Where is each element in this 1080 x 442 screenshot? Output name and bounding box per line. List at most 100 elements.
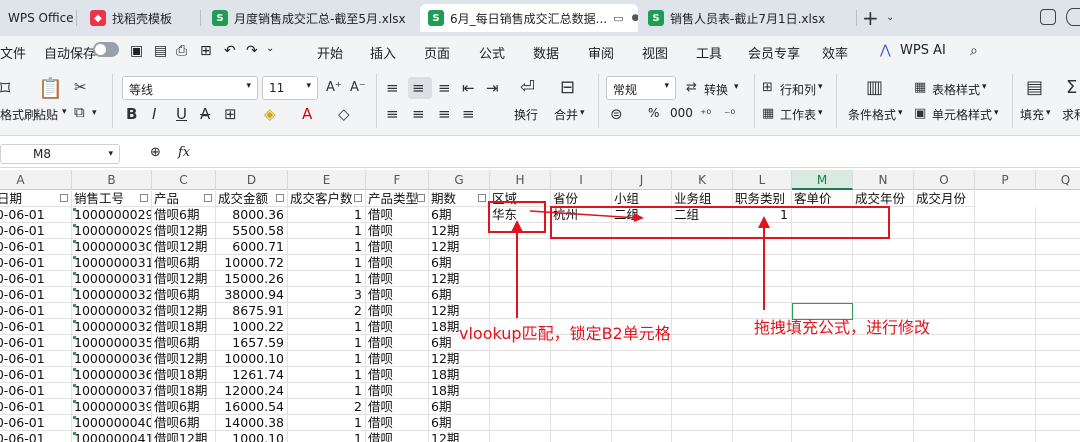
chevron-down-icon[interactable]: ▾ [734,82,739,92]
cell-style-icon: ▣ [914,106,927,121]
worksheet-button[interactable]: 工作表 [780,106,816,123]
chevron-down-icon[interactable]: ▾ [994,108,999,118]
decimal-increase-icon[interactable]: ⁺⁰ [700,106,711,122]
save-icon[interactable]: ▣ [130,43,143,59]
thousands-button[interactable]: 000 [670,106,693,120]
tab-divider [200,10,201,26]
chevron-down-icon[interactable]: ⌄ [266,43,274,54]
align-bottom-icon[interactable]: ≡ [438,80,451,96]
paste-button[interactable]: 粘贴 [34,106,58,123]
wrap-button[interactable]: 换行 [514,106,538,123]
arrowhead [511,220,523,232]
window-icon[interactable] [1040,9,1056,25]
number-format-select[interactable]: 常规 ▾ [606,76,676,100]
menu-view[interactable]: 视图 [642,43,668,62]
fill-button[interactable]: 填充 [1020,106,1044,123]
merge-icon: ⊟ [560,77,576,98]
tab-sales-staff[interactable]: S 销售人员表-截止7月1日.xlsx [640,4,854,32]
zoom-search-icon[interactable]: ⊕ [150,145,161,160]
align-top-icon[interactable]: ≡ [386,80,399,96]
sheet-icon: S [428,10,444,26]
chevron-down-icon[interactable]: ▾ [62,107,67,117]
tab-docer[interactable]: ◆ 找稻壳模板 [82,4,200,32]
fill-color-icon[interactable]: ◈ [264,106,276,122]
align-left-icon[interactable]: ≡ [386,106,399,122]
tab-wps-office[interactable]: WPS Office [0,4,92,32]
chevron-down-icon[interactable]: ▾ [92,108,97,118]
currency-icon[interactable]: ⊜ [610,106,623,122]
modified-dot-icon[interactable]: ● [632,13,639,23]
menu-formula[interactable]: 公式 [479,43,505,62]
format-painter-button[interactable]: 格式刷 [0,106,36,123]
chevron-down-icon[interactable]: ▾ [1046,108,1051,118]
align-middle-icon[interactable]: ≡ [412,80,425,96]
italic-icon[interactable]: I [152,106,156,122]
autosave-toggle[interactable] [93,42,119,57]
new-tab-icon[interactable]: + [862,6,879,30]
name-box[interactable]: M8 ▾ [0,144,120,164]
menu-data[interactable]: 数据 [533,43,559,62]
menu-tools[interactable]: 工具 [696,43,722,62]
tab-monthly-label: 月度销售成交汇总-截至5月.xlsx [234,11,406,26]
underline-icon[interactable]: U [176,106,187,122]
rows-cols-button[interactable]: 行和列 [780,81,816,98]
decrease-font-icon[interactable]: A⁻ [350,80,366,96]
chevron-down-icon[interactable]: ▾ [818,82,823,92]
tab-june-daily[interactable]: S 6月_每日销售成交汇总数据... ▭ ● [420,4,638,32]
sum-button[interactable]: 求和 [1062,106,1080,123]
fx-icon[interactable]: fx [178,145,190,160]
decimal-decrease-icon[interactable]: ⁻⁰ [724,106,735,122]
highlight-box-fill-range [550,206,890,239]
print-icon[interactable]: ⎙ [176,43,187,59]
arrowhead [634,213,644,222]
justify-icon[interactable]: ≡ [462,106,475,122]
menu-member[interactable]: 会员专享 [748,43,800,62]
chevron-down-icon[interactable]: ▾ [982,82,987,92]
chevron-down-icon: ▾ [108,149,113,159]
formula-input[interactable] [206,144,1076,164]
border-icon[interactable]: ⊞ [224,106,237,122]
menu-review[interactable]: 审阅 [588,43,614,62]
menu-wps-ai[interactable]: WPS AI [900,43,946,58]
percent-button[interactable]: % [648,106,659,120]
file-menu[interactable]: 文件 [0,43,26,62]
rows-cols-icon: ⊞ [762,80,773,95]
font-name-select[interactable]: 等线 ▾ [122,76,258,100]
spreadsheet-grid[interactable]: ABCDEFGHIJKLMNOPQ 成交日期销售工号产品成交金额成交客户数产品类… [0,170,1080,442]
chevron-down-icon[interactable]: ⌄ [886,12,894,23]
merge-button[interactable]: 合并 [554,106,578,123]
chevron-down-icon[interactable]: ▾ [818,108,823,118]
cell-style-button[interactable]: 单元格样式 [932,106,992,123]
menu-insert[interactable]: 插入 [370,43,396,62]
avatar-icon[interactable] [1066,8,1080,26]
bold-icon[interactable]: B [126,106,137,122]
cut-icon[interactable]: ✂ [74,79,87,95]
undo-icon[interactable]: ↶ [224,43,236,59]
print-preview-icon[interactable]: ⊞ [200,43,212,59]
table-style-button[interactable]: 表格样式 [932,81,980,98]
increase-font-icon[interactable]: A⁺ [326,80,342,96]
strikethrough-icon[interactable]: A [200,106,210,122]
menu-efficiency[interactable]: 效率 [822,43,848,62]
menu-home[interactable]: 开始 [317,43,343,62]
font-color-icon[interactable]: A [302,106,312,122]
search-icon[interactable]: ⌕ [970,43,978,59]
chevron-down-icon[interactable]: ▾ [898,108,903,118]
convert-button[interactable]: 转换 [704,81,728,98]
open-icon[interactable]: ▤ [154,43,167,59]
copy-icon[interactable]: ⧉ [74,104,85,120]
outdent-icon[interactable]: ⇥ [486,80,499,96]
chevron-down-icon: ▾ [664,81,669,91]
align-right-icon[interactable]: ≡ [438,106,451,122]
font-size-value: 11 [269,81,285,95]
tab-monthly-summary[interactable]: S 月度销售成交汇总-截至5月.xlsx [204,4,416,32]
chevron-down-icon[interactable]: ▾ [580,108,585,118]
font-size-select[interactable]: 11 ▾ [262,76,318,100]
clear-icon[interactable]: ◇ [338,106,350,122]
conditional-format-button[interactable]: 条件格式 [848,106,896,123]
align-center-icon[interactable]: ≡ [412,106,425,122]
annotation-overlay [488,201,890,318]
indent-icon[interactable]: ⇤ [462,80,475,96]
redo-icon[interactable]: ↷ [246,43,258,59]
menu-page[interactable]: 页面 [424,43,450,62]
